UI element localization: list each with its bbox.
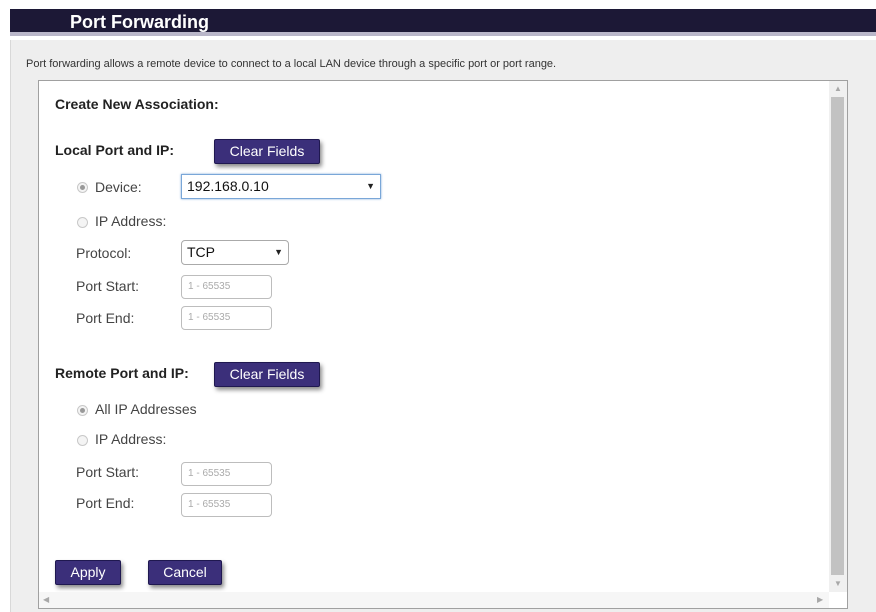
all-ip-radio[interactable]	[77, 405, 88, 416]
apply-button[interactable]: Apply	[55, 560, 121, 585]
local-clear-fields-button[interactable]: Clear Fields	[214, 139, 320, 164]
scroll-up-arrow-icon[interactable]: ▲	[834, 84, 842, 93]
remote-ip-radio[interactable]	[77, 435, 88, 446]
remote-section-label: Remote Port and IP:	[55, 365, 189, 381]
protocol-select[interactable]: TCP ▼	[181, 240, 289, 265]
device-select[interactable]: 192.168.0.10 ▼	[181, 174, 381, 199]
scroll-left-arrow-icon[interactable]: ◀	[43, 595, 49, 604]
device-label: Device:	[95, 179, 142, 195]
remote-port-end-label: Port End:	[76, 495, 135, 511]
device-radio[interactable]	[77, 182, 88, 193]
title-bar: Port Forwarding	[10, 9, 876, 36]
chevron-down-icon: ▼	[274, 247, 283, 257]
scroll-right-arrow-icon[interactable]: ▶	[817, 595, 823, 604]
all-ip-label: All IP Addresses	[95, 401, 197, 417]
scroll-down-arrow-icon[interactable]: ▼	[834, 579, 842, 588]
remote-ip-label: IP Address:	[95, 431, 167, 447]
remote-clear-fields-button[interactable]: Clear Fields	[214, 362, 320, 387]
page-description: Port forwarding allows a remote device t…	[26, 58, 557, 70]
local-ip-radio[interactable]	[77, 217, 88, 228]
local-port-end-label: Port End:	[76, 310, 135, 326]
association-form: Create New Association: Local Port and I…	[38, 80, 848, 609]
cancel-button[interactable]: Cancel	[148, 560, 222, 585]
form-heading: Create New Association:	[55, 96, 219, 112]
vertical-scrollbar[interactable]: ▲ ▼	[829, 81, 847, 592]
remote-port-start-label: Port Start:	[76, 464, 140, 480]
scrollbar-thumb[interactable]	[831, 97, 844, 575]
remote-port-start-input[interactable]: 1 - 65535	[181, 462, 272, 486]
local-port-end-input[interactable]: 1 - 65535	[181, 306, 272, 330]
local-port-start-input[interactable]: 1 - 65535	[181, 275, 272, 299]
protocol-label: Protocol:	[76, 245, 132, 261]
local-ip-label: IP Address:	[95, 213, 167, 229]
remote-port-end-input[interactable]: 1 - 65535	[181, 493, 272, 517]
local-port-start-label: Port Start:	[76, 278, 140, 294]
horizontal-scrollbar[interactable]: ◀ ▶	[39, 592, 829, 608]
local-section-label: Local Port and IP:	[55, 142, 175, 158]
page-title: Port Forwarding	[70, 12, 209, 32]
chevron-down-icon: ▼	[366, 181, 375, 191]
device-select-value: 192.168.0.10	[187, 178, 269, 194]
protocol-select-value: TCP	[187, 244, 215, 260]
